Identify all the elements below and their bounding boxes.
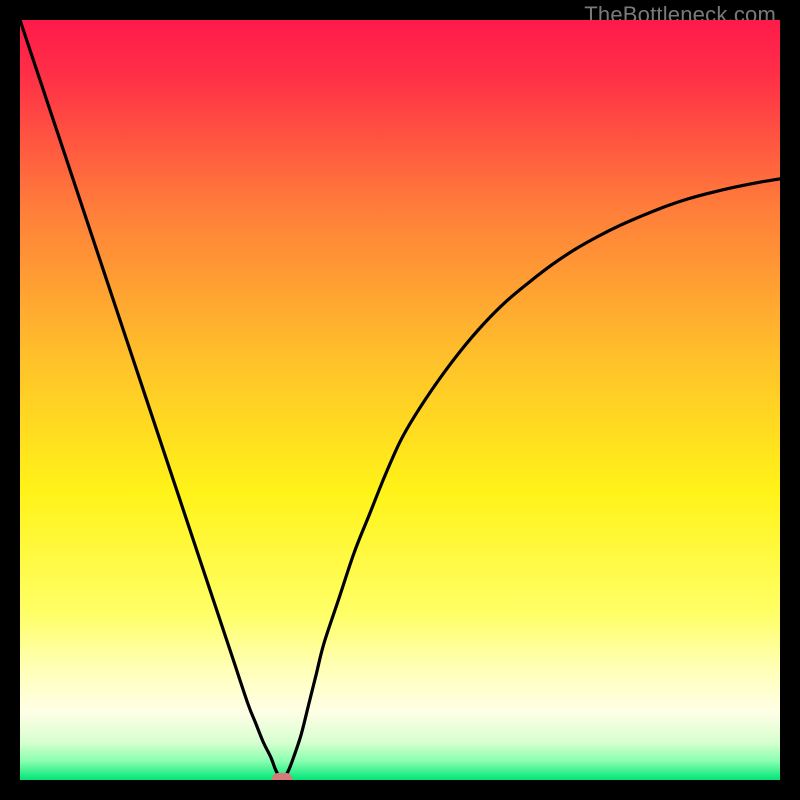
gradient-background [20,20,780,780]
chart-frame [20,20,780,780]
bottleneck-chart [20,20,780,780]
notch-marker [272,773,292,780]
